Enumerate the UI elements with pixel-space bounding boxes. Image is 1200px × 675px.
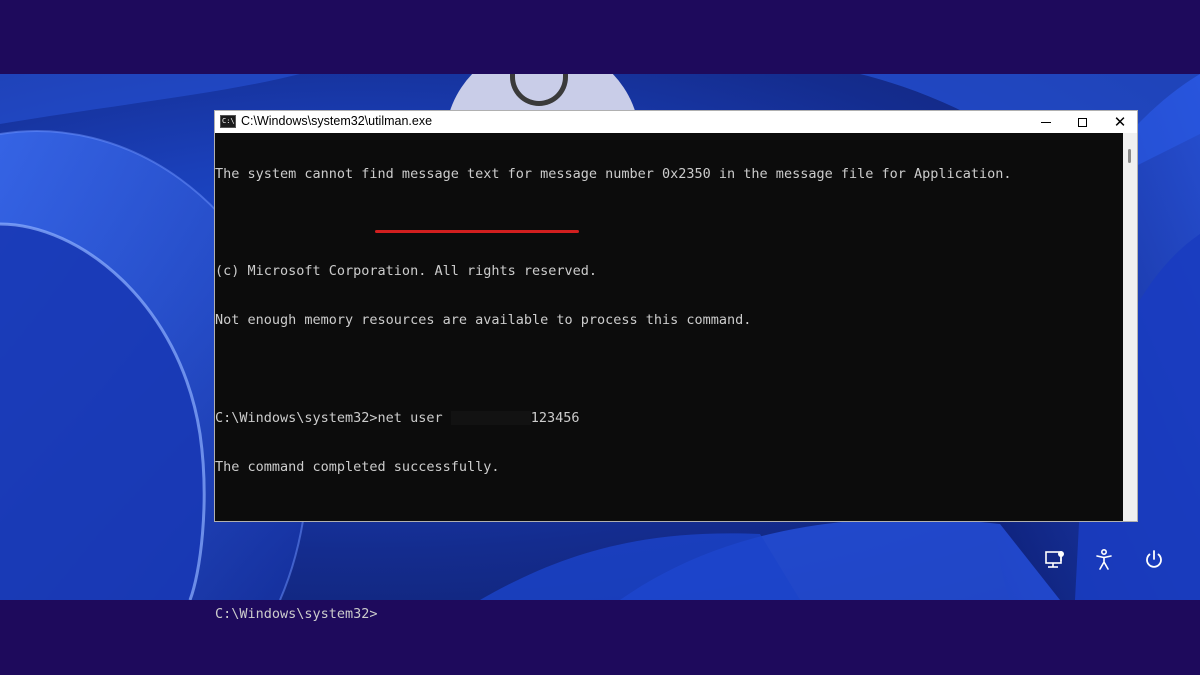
screen: C:\ C:\Windows\system32\utilman.exe ✕ Th… <box>0 0 1200 675</box>
minimize-button[interactable] <box>1027 111 1065 133</box>
command-prompt-window[interactable]: C:\ C:\Windows\system32\utilman.exe ✕ Th… <box>214 110 1138 622</box>
scrollbar-thumb[interactable] <box>1128 149 1131 163</box>
terminal-line: The command completed successfully. <box>215 458 500 475</box>
terminal-line: (c) Microsoft Corporation. All rights re… <box>215 263 598 280</box>
terminal-output[interactable]: The system cannot find message text for … <box>215 133 1121 622</box>
maximize-button[interactable] <box>1063 111 1101 133</box>
maximize-icon <box>1077 117 1087 127</box>
redacted-username <box>450 411 531 426</box>
command-prompt-icon: C:\ <box>220 115 236 128</box>
window-title-bar[interactable]: C:\ C:\Windows\system32\utilman.exe ✕ <box>215 111 1137 133</box>
minimize-icon <box>1041 121 1051 123</box>
command-password: 123456 <box>530 410 580 427</box>
terminal-prompt-line: C:\Windows\system32> <box>215 605 378 622</box>
power-icon[interactable] <box>1142 548 1166 572</box>
terminal-line: The system cannot find message text for … <box>215 165 1012 182</box>
window-title: C:\Windows\system32\utilman.exe <box>241 114 433 128</box>
command-text: C:\Windows\system32>net user <box>215 410 451 427</box>
vertical-scrollbar[interactable] <box>1123 133 1137 521</box>
close-button[interactable]: ✕ <box>1101 111 1139 133</box>
close-icon: ✕ <box>1113 113 1127 131</box>
red-underline-annotation <box>375 230 579 233</box>
terminal-command-line: C:\Windows\system32>net user 123456 <box>215 410 1121 426</box>
terminal-line: Not enough memory resources are availabl… <box>215 312 752 329</box>
network-icon[interactable] <box>1043 548 1067 572</box>
accessibility-icon[interactable] <box>1092 548 1116 572</box>
